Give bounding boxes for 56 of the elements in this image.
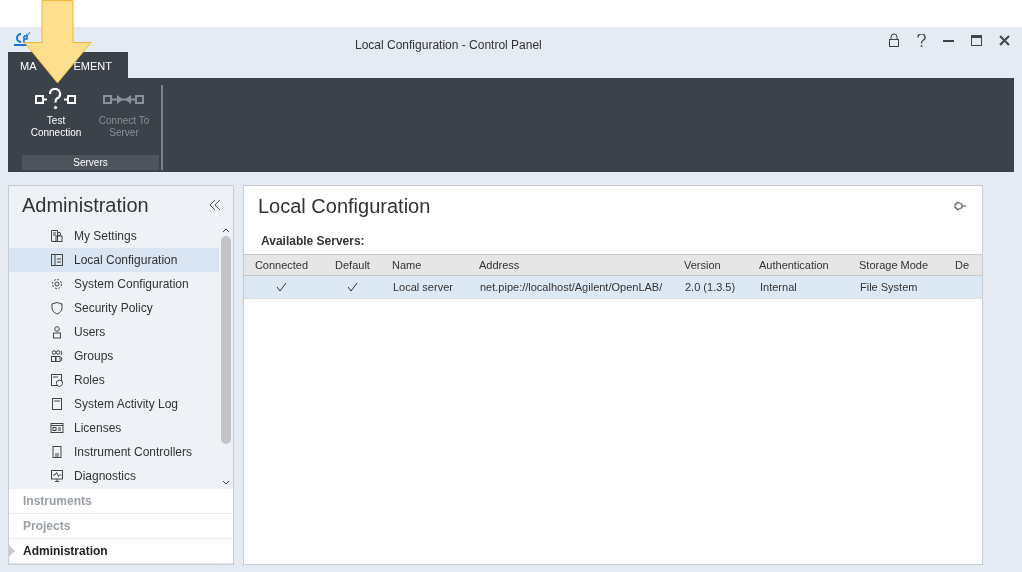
collapse-icon[interactable] [209,199,221,210]
table-row[interactable]: Local server net.pipe://localhost/Agilent/OpenLAB/ 2.0 (1.3.5) Internal File System [244,276,982,298]
check-icon [347,282,358,292]
group-icon [50,348,64,363]
sidebar-item[interactable]: Groups [9,343,219,368]
column-header[interactable]: Storage Mode [853,256,949,274]
help-icon[interactable] [917,33,926,47]
tab-label-end: EMENT [73,58,112,74]
sidebar-item[interactable]: Licenses [9,415,219,440]
sidebar-item[interactable]: Diagnostics [9,463,219,488]
column-header[interactable]: Name [386,256,473,274]
connection-test-icon [35,88,77,110]
sidebar-item[interactable]: Users [9,319,219,344]
column-header[interactable]: Default [319,256,386,274]
maximize-icon[interactable] [971,34,982,46]
sidebar-item[interactable]: My Settings [9,223,219,248]
table-cell-text: net.pipe://localhost/Agilent/OpenLAB/ [479,279,664,295]
column-header[interactable]: De [949,256,979,274]
scroll-down-icon[interactable] [222,480,230,486]
panel-icon [50,252,64,267]
column-header[interactable]: Connected [244,256,319,274]
id-card-icon [50,420,64,435]
column-header[interactable]: Address [473,256,678,274]
sidebar-item[interactable]: Security Policy [9,295,219,320]
device-icon [50,444,64,459]
role-icon [50,372,64,387]
scroll-up-icon[interactable] [222,226,230,233]
pin-icon[interactable] [954,201,966,211]
window-title: Local Configuration - Control Panel [355,37,542,54]
table-cell-text: 2.0 (1.3.5) [684,279,737,295]
section-label: Available Servers: [260,233,366,250]
sidebar-item[interactable]: System Activity Log [9,391,219,416]
group-label: Servers [22,155,159,170]
sidebar-item[interactable]: System Configuration [9,271,219,296]
monitor-icon [50,468,64,483]
settings-icon [50,228,64,243]
gear-icon [50,276,64,291]
check-icon [276,282,287,292]
table-cell-text: Local server [392,279,454,295]
tab-label-start: MA [20,58,37,74]
shield-icon [50,300,64,315]
sidebar-item[interactable]: Roles [9,367,219,392]
navigation-section[interactable]: Administration [9,539,233,564]
document-icon [50,396,64,411]
table-cell-text: File System [859,279,919,295]
column-header[interactable]: Authentication [753,256,853,274]
close-icon[interactable] [999,34,1010,46]
sidebar-title: Administration [22,192,149,218]
column-header[interactable]: Version [678,256,753,274]
table-cell-text: Internal [759,279,798,295]
user-icon [50,324,64,339]
page-title: Local Configuration [258,194,431,219]
ribbon-button[interactable]: Test Connection [22,85,90,155]
sidebar-item[interactable]: Local Configuration [9,247,219,272]
lock-icon[interactable] [888,33,900,47]
sidebar-item[interactable]: Instrument Controllers [9,439,219,464]
